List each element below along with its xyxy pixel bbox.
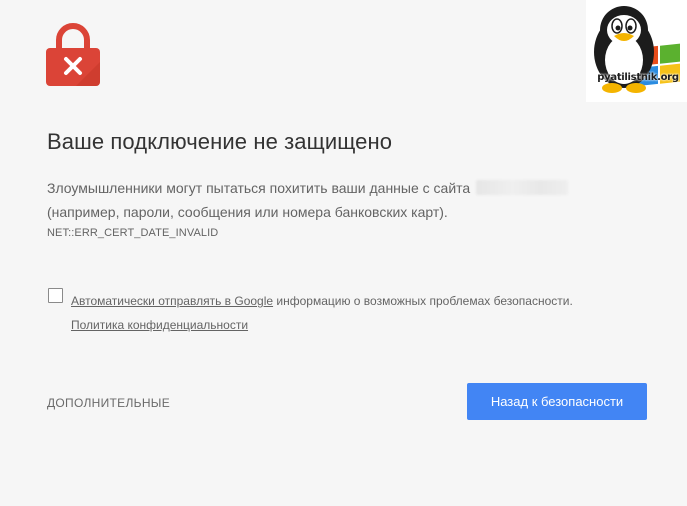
lock-error-icon-svg (46, 23, 100, 86)
penguin-logo-icon (594, 6, 680, 93)
back-to-safety-button[interactable]: Назад к безопасности (467, 383, 647, 420)
error-description: Злоумышленники могут пытаться похитить в… (47, 176, 627, 224)
watermark-text: pyatilistnik.org (597, 72, 679, 83)
auto-send-google-link[interactable]: Автоматически отправлять в Google (71, 294, 273, 308)
error-code: NET::ERR_CERT_DATE_INVALID (47, 227, 219, 239)
page-title: Ваше подключение не защищено (47, 129, 393, 154)
privacy-row: Политика конфиденциальности (71, 313, 573, 337)
report-optin-line: Автоматически отправлять в Google информ… (71, 289, 573, 313)
blurred-site-name (476, 180, 569, 195)
privacy-policy-link[interactable]: Политика конфиденциальности (71, 318, 248, 332)
details-button[interactable]: ДОПОЛНИТЕЛЬНЫЕ (47, 396, 170, 410)
description-line-1: Злоумышленники могут пытаться похитить в… (47, 176, 627, 200)
description-text-1: Злоумышленники могут пытаться похитить в… (47, 180, 471, 196)
report-optin-text: информацию о возможных проблемах безопас… (273, 294, 573, 308)
lock-error-icon (46, 22, 100, 86)
report-optin: Автоматически отправлять в Google информ… (71, 289, 573, 337)
watermark-logo: pyatilistnik.org (586, 0, 687, 102)
report-checkbox[interactable] (48, 288, 63, 303)
interstitial-page: { "page": { "title": "Ваше подключение н… (0, 0, 687, 506)
description-line-2: (например, пароли, сообщения или номера … (47, 204, 448, 220)
